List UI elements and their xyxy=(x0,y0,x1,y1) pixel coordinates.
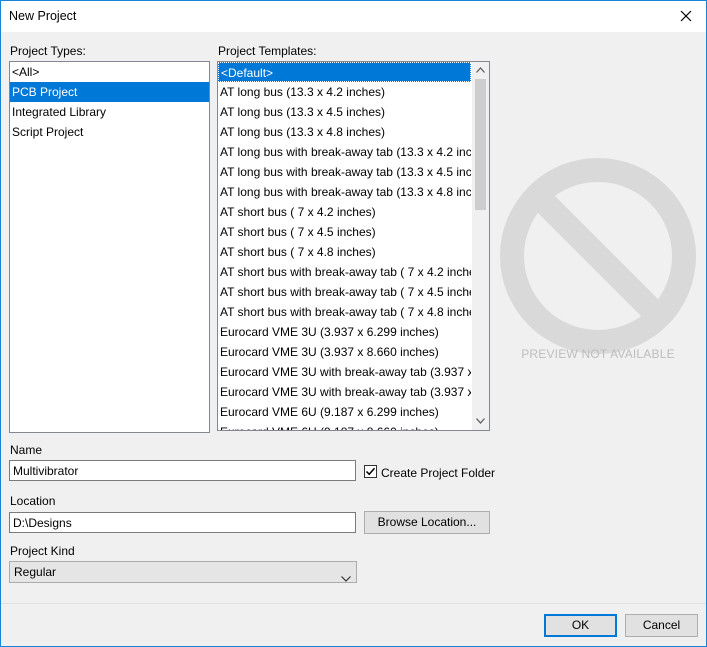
project-kind-label: Project Kind xyxy=(10,544,75,558)
template-item[interactable]: AT short bus with break-away tab ( 7 x 4… xyxy=(218,282,471,302)
close-icon[interactable] xyxy=(676,6,696,26)
template-item[interactable]: Eurocard VME 3U (3.937 x 8.660 inches) xyxy=(218,342,471,362)
new-project-dialog: New Project Project Types: <All> PCB Pro… xyxy=(0,0,707,647)
project-type-item-selected[interactable]: PCB Project xyxy=(10,82,209,102)
template-item[interactable]: AT long bus with break-away tab (13.3 x … xyxy=(218,162,471,182)
template-item[interactable]: AT long bus (13.3 x 4.2 inches) xyxy=(218,82,471,102)
template-item[interactable]: AT long bus (13.3 x 4.8 inches) xyxy=(218,122,471,142)
template-item[interactable]: AT short bus with break-away tab ( 7 x 4… xyxy=(218,262,471,282)
ok-button[interactable]: OK xyxy=(544,614,617,637)
scroll-up-icon[interactable] xyxy=(472,62,489,79)
project-templates-list[interactable]: <Default> AT long bus (13.3 x 4.2 inches… xyxy=(217,61,490,431)
template-item[interactable]: AT short bus with break-away tab ( 7 x 4… xyxy=(218,302,471,322)
template-item[interactable]: Eurocard VME 6U (9.187 x 8.660 inches) xyxy=(218,422,471,430)
template-item[interactable]: Eurocard VME 3U with break-away tab (3.9… xyxy=(218,362,471,382)
scroll-down-icon[interactable] xyxy=(472,413,489,430)
location-input[interactable] xyxy=(9,512,356,533)
name-label: Name xyxy=(10,443,43,457)
project-kind-select[interactable]: Regular xyxy=(9,561,357,583)
title-bar: New Project xyxy=(1,1,706,32)
template-item[interactable]: Eurocard VME 3U with break-away tab (3.9… xyxy=(218,382,471,402)
project-type-item[interactable]: <All> xyxy=(10,62,209,82)
no-preview-icon xyxy=(498,156,698,356)
template-item[interactable]: AT long bus with break-away tab (13.3 x … xyxy=(218,182,471,202)
cancel-button[interactable]: Cancel xyxy=(625,614,698,637)
template-item[interactable]: Eurocard VME 3U (3.937 x 6.299 inches) xyxy=(218,322,471,342)
template-item[interactable]: AT long bus with break-away tab (13.3 x … xyxy=(218,142,471,162)
project-types-label: Project Types: xyxy=(10,44,86,58)
template-item[interactable]: AT short bus ( 7 x 4.5 inches) xyxy=(218,222,471,242)
templates-scrollbar[interactable] xyxy=(472,62,489,430)
templates-items: <Default> AT long bus (13.3 x 4.2 inches… xyxy=(218,62,471,430)
project-kind-value: Regular xyxy=(14,565,57,579)
scrollbar-thumb[interactable] xyxy=(475,79,486,210)
template-item-selected[interactable]: <Default> xyxy=(218,62,471,82)
chevron-down-icon xyxy=(341,568,351,588)
project-type-item[interactable]: Script Project xyxy=(10,122,209,142)
template-item[interactable]: AT short bus ( 7 x 4.2 inches) xyxy=(218,202,471,222)
template-item[interactable]: AT short bus ( 7 x 4.8 inches) xyxy=(218,242,471,262)
preview-not-available-text: PREVIEW NOT AVAILABLE xyxy=(521,347,675,361)
window-title: New Project xyxy=(9,9,77,23)
project-types-list[interactable]: <All> PCB Project Integrated Library Scr… xyxy=(9,61,210,433)
template-item[interactable]: Eurocard VME 6U (9.187 x 6.299 inches) xyxy=(218,402,471,422)
name-input[interactable] xyxy=(9,460,356,481)
create-folder-checkbox[interactable] xyxy=(364,465,377,478)
template-item[interactable]: AT long bus (13.3 x 4.5 inches) xyxy=(218,102,471,122)
project-type-item[interactable]: Integrated Library xyxy=(10,102,209,122)
project-templates-label: Project Templates: xyxy=(218,44,317,58)
location-label: Location xyxy=(10,494,56,508)
dialog-content: Project Types: <All> PCB Project Integra… xyxy=(1,32,706,603)
create-folder-label[interactable]: Create Project Folder xyxy=(381,466,495,480)
dialog-footer: OK Cancel xyxy=(1,603,706,646)
browse-location-button[interactable]: Browse Location... xyxy=(364,511,490,534)
